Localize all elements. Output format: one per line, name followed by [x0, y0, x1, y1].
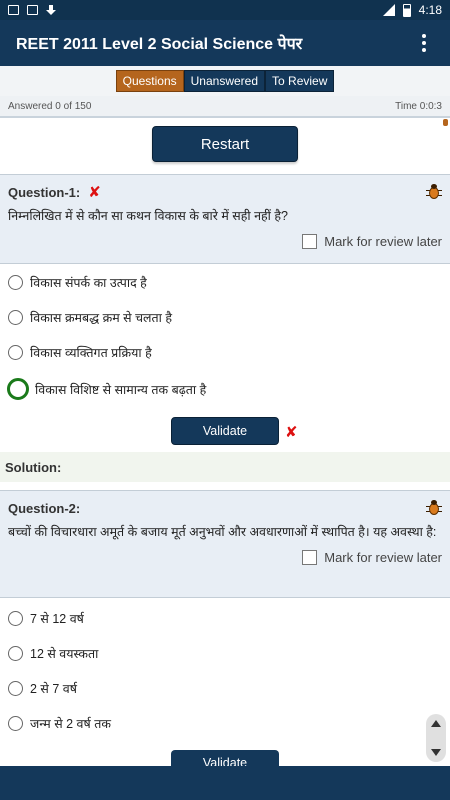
radio-button[interactable] [8, 715, 23, 731]
report-bug-icon[interactable] [426, 184, 442, 200]
radio-button[interactable] [8, 309, 23, 325]
validate-wrap-1: Validate ✘ [0, 416, 450, 446]
scroll-down-icon[interactable] [431, 749, 441, 756]
question-2-label: Question-2: [8, 500, 81, 516]
radio-button[interactable] [8, 344, 23, 360]
mark-review-checkbox[interactable] [302, 233, 318, 249]
question-2-text: बच्चों की विचारधारा अमूर्त के बजाय मूर्त… [8, 525, 437, 539]
gmail-icon [8, 5, 19, 15]
review-toggle: Mark for review later [8, 542, 442, 572]
mark-review-checkbox[interactable] [302, 549, 318, 565]
option-1-1[interactable]: विकास संपर्क का उत्पाद है [0, 265, 450, 299]
radio-button[interactable] [8, 274, 23, 290]
validate-button[interactable]: Validate [171, 417, 279, 445]
app-bar: REET 2011 Level 2 Social Science पेपर [0, 20, 450, 66]
question-1-text: निम्नलिखित में से कौन सा कथन विकास के बा… [8, 209, 288, 223]
question-1-label: Question-1: [8, 184, 81, 200]
solution-label: Solution: [0, 452, 450, 482]
status-system: 4:18 [382, 3, 442, 17]
scroll-position-marker [443, 119, 448, 126]
download-icon [46, 4, 56, 16]
progress-row: Answered 0 of 150 Time 0:0:3 [0, 96, 450, 118]
option-2-2[interactable]: 12 से वयस्कता [0, 636, 450, 670]
image-icon [27, 5, 38, 15]
overflow-menu-icon[interactable] [414, 31, 434, 55]
mark-review-label: Mark for review later [324, 233, 442, 249]
wrong-mark-icon: ✘ [88, 183, 101, 201]
review-toggle: Mark for review later [8, 226, 442, 256]
report-bug-icon[interactable] [426, 500, 442, 516]
system-nav-bar [0, 766, 450, 800]
signal-icon [382, 4, 395, 16]
status-bar: 4:18 [0, 0, 450, 20]
option-text: 2 से 7 वर्ष [30, 681, 77, 696]
mark-review-label: Mark for review later [324, 549, 442, 565]
option-1-3[interactable]: विकास व्यक्तिगत प्रक्रिया है [0, 335, 450, 369]
option-2-1[interactable]: 7 से 12 वर्ष [0, 601, 450, 635]
radio-button-selected[interactable] [7, 378, 29, 400]
wrong-answer-icon: ✘ [285, 424, 298, 441]
status-time: 4:18 [418, 3, 442, 17]
scroll-up-icon[interactable] [431, 720, 441, 727]
status-notifications [8, 4, 56, 16]
app-title: REET 2011 Level 2 Social Science पेपर [16, 36, 303, 53]
question-1-header: Question-1: ✘ निम्नलिखित में से कौन सा क… [0, 174, 450, 264]
question-2-header: Question-2: बच्चों की विचारधारा अमूर्त क… [0, 490, 450, 598]
option-1-4[interactable]: विकास विशिष्ट से सामान्य तक बढ़ता है [0, 372, 450, 406]
tab-to-review[interactable]: To Review [265, 70, 335, 92]
option-1-2[interactable]: विकास क्रमबद्ध क्रम से चलता है [0, 300, 450, 334]
radio-button[interactable] [8, 610, 23, 626]
option-text: जन्म से 2 वर्ष तक [30, 716, 111, 731]
option-2-4[interactable]: जन्म से 2 वर्ष तक [0, 706, 450, 740]
radio-button[interactable] [8, 680, 23, 696]
option-text: विकास व्यक्तिगत प्रक्रिया है [30, 345, 152, 360]
option-text: विकास संपर्क का उत्पाद है [30, 275, 147, 290]
battery-icon [402, 3, 411, 17]
restart-wrap: Restart [0, 126, 450, 166]
restart-button[interactable]: Restart [152, 126, 298, 162]
option-text: विकास क्रमबद्ध क्रम से चलता है [30, 310, 172, 325]
tab-questions[interactable]: Questions [115, 70, 184, 92]
option-text: विकास विशिष्ट से सामान्य तक बढ़ता है [35, 382, 207, 397]
tab-unanswered[interactable]: Unanswered [183, 70, 266, 92]
tab-bar: Questions Unanswered To Review [0, 66, 450, 96]
option-2-3[interactable]: 2 से 7 वर्ष [0, 671, 450, 705]
option-text: 12 से वयस्कता [30, 646, 99, 661]
option-text: 7 से 12 वर्ष [30, 611, 84, 626]
elapsed-time: Time 0:0:3 [395, 100, 442, 112]
answered-count: Answered 0 of 150 [8, 100, 92, 112]
radio-button[interactable] [8, 645, 23, 661]
scroll-control [426, 714, 446, 762]
